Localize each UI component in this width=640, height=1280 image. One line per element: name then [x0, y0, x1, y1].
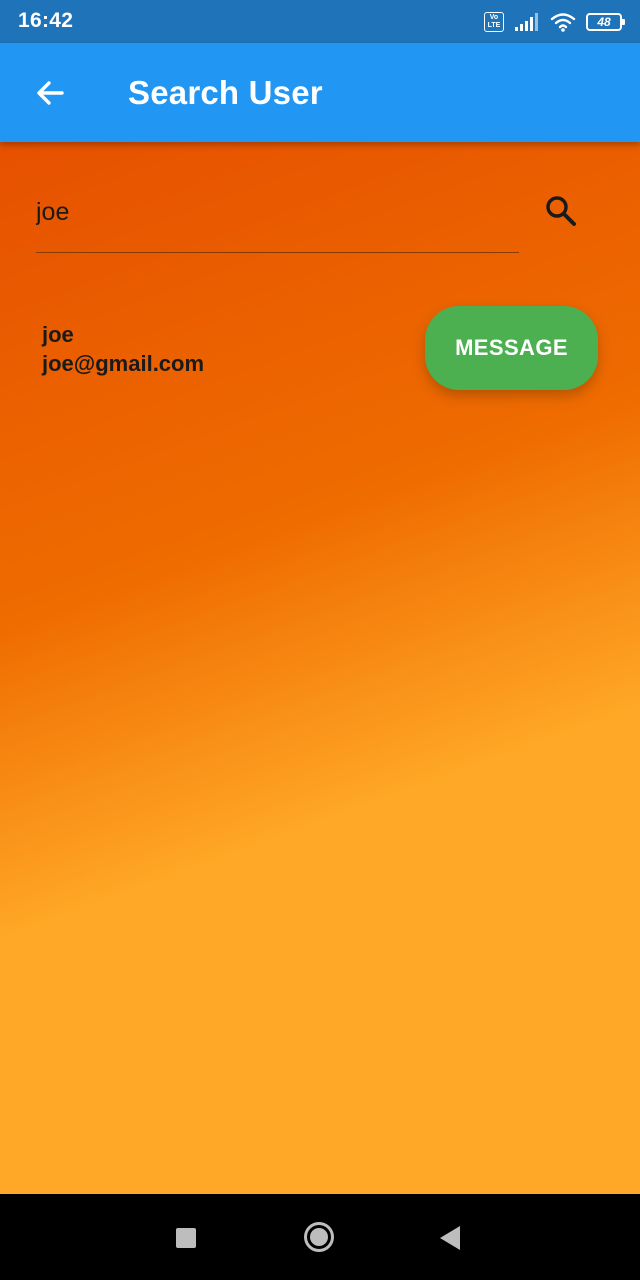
- system-nav-bar: [0, 1194, 640, 1280]
- status-time: 16:42: [18, 9, 74, 32]
- user-email: joe@gmail.com: [42, 351, 205, 376]
- back-button[interactable]: [26, 69, 74, 117]
- volte-icon: Vo LTE: [484, 12, 504, 32]
- page-title: Search User: [128, 74, 323, 111]
- message-button[interactable]: MESSAGE: [425, 306, 598, 390]
- wifi-icon: [550, 13, 576, 32]
- app-bar: Search User: [0, 43, 640, 142]
- arrow-back-icon: [37, 81, 64, 105]
- signal-icon: [515, 13, 538, 31]
- status-icons: Vo LTE 48: [484, 10, 625, 34]
- search-user-screen: 16:42 Vo LTE 48 Search User joe joe joe@…: [0, 0, 640, 1280]
- back-icon[interactable]: [440, 1226, 460, 1250]
- home-icon[interactable]: [304, 1222, 334, 1252]
- recents-icon[interactable]: [176, 1228, 196, 1248]
- status-bar: 16:42 Vo LTE 48: [0, 0, 640, 43]
- main-content: joe joe@gmail.com MESSAGE: [0, 142, 640, 1194]
- user-result-row: joe joe@gmail.com MESSAGE: [0, 302, 640, 402]
- search-icon: [546, 196, 576, 226]
- battery-icon: 48: [586, 13, 625, 31]
- search-field: [36, 186, 519, 253]
- search-button[interactable]: [538, 188, 584, 234]
- user-name: joe: [42, 322, 74, 347]
- search-input[interactable]: [36, 192, 506, 232]
